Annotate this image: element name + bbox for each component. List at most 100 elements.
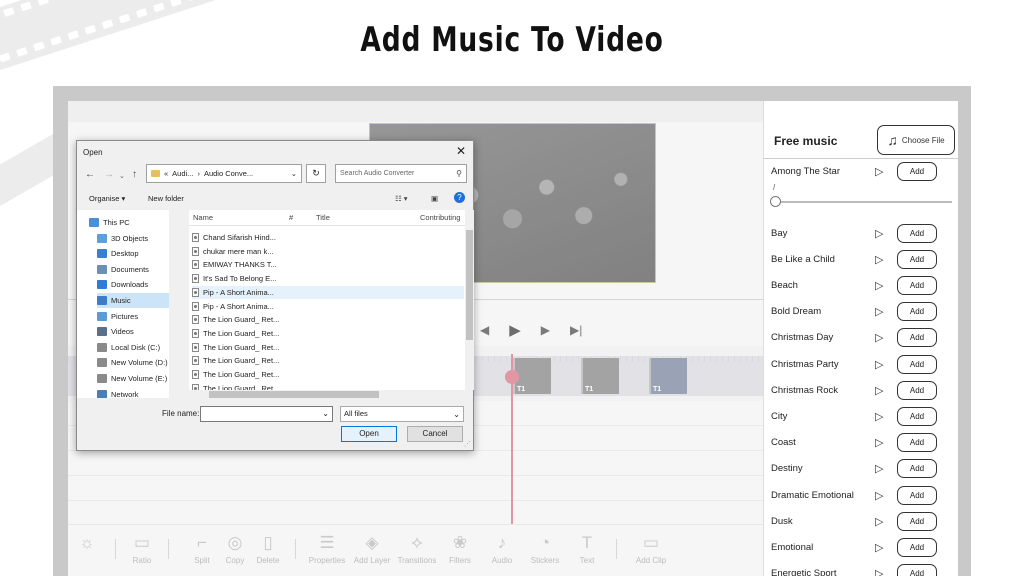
search-input[interactable]: Search Audio Converter ⚲ <box>335 164 467 183</box>
playhead-handle[interactable] <box>505 370 519 384</box>
add-track-button[interactable]: Add <box>897 328 937 348</box>
file-row[interactable]: Chand Sifarish Hind... <box>192 231 464 244</box>
add-track-button[interactable]: Add <box>897 249 937 269</box>
chevron-down-icon[interactable]: ⌄ <box>322 409 329 418</box>
toolbar-separator <box>295 539 296 559</box>
brightness-tool[interactable]: ☼ <box>68 533 114 556</box>
add-track-button[interactable]: Add <box>897 537 937 557</box>
file-row[interactable]: The Lion Guard_ Ret... <box>192 313 464 326</box>
rewind-icon[interactable]: ◀ <box>480 323 489 337</box>
add-track-button[interactable]: Add <box>897 433 937 453</box>
play-icon[interactable]: ▷ <box>875 227 895 240</box>
help-icon[interactable]: ? <box>454 192 465 203</box>
file-row[interactable]: The Lion Guard_ Ret... <box>192 382 464 390</box>
nav-item[interactable]: New Volume (E:) <box>97 371 176 386</box>
nav-scrollbar[interactable] <box>169 210 178 398</box>
play-icon[interactable]: ▷ <box>875 165 895 178</box>
add-track-button[interactable]: Add <box>897 511 937 531</box>
add-track-button[interactable]: Add <box>897 354 937 374</box>
refresh-icon[interactable]: ↻ <box>306 164 326 183</box>
add-track-button[interactable]: Add <box>897 406 937 426</box>
file-row[interactable]: chukar mere man k... <box>192 245 464 258</box>
nav-item[interactable]: Documents <box>97 262 176 277</box>
play-icon[interactable]: ▷ <box>875 462 895 475</box>
play-icon[interactable]: ▷ <box>875 436 895 449</box>
timeline-clip[interactable]: T1 <box>581 358 619 394</box>
new-folder-button[interactable]: New folder <box>148 194 184 203</box>
play-icon[interactable]: ▷ <box>875 567 895 576</box>
column-number[interactable]: # <box>289 213 293 222</box>
add-track-button[interactable]: Add <box>897 380 937 400</box>
skip-end-icon[interactable]: ▶| <box>570 323 582 337</box>
add-track-button[interactable]: Add <box>897 161 937 181</box>
play-icon[interactable]: ▷ <box>875 279 895 292</box>
scroll-thumb[interactable] <box>209 391 379 398</box>
preview-pane-icon[interactable]: ▣ <box>431 194 438 203</box>
file-row[interactable]: Pip - A Short Anima... <box>192 285 464 299</box>
column-title[interactable]: Title <box>316 213 330 222</box>
view-options-icon[interactable]: ☷ ▾ <box>395 194 408 203</box>
nav-item[interactable]: Downloads <box>97 277 176 292</box>
play-icon[interactable]: ▷ <box>875 305 895 318</box>
cancel-button[interactable]: Cancel <box>407 426 463 442</box>
nav-item[interactable]: Desktop <box>97 246 176 261</box>
nav-item[interactable]: This PC <box>89 215 176 230</box>
file-row[interactable]: EMIWAY THANKS T... <box>192 258 464 271</box>
add-track-button[interactable]: Add <box>897 564 937 576</box>
music-progress-slider[interactable] <box>770 196 952 207</box>
up-folder-icon[interactable]: ↑ <box>132 169 137 180</box>
ratio-button[interactable]: ▭ Ratio <box>115 533 169 565</box>
resize-grip-icon[interactable]: ⋰ <box>464 440 471 448</box>
choose-file-button[interactable]: ♫ Choose File <box>877 125 955 155</box>
file-row[interactable]: The Lion Guard_ Ret... <box>192 327 464 340</box>
file-list-horizontal-scrollbar[interactable] <box>189 390 465 399</box>
organise-menu[interactable]: Organise ▾ <box>89 194 125 203</box>
play-icon[interactable]: ▷ <box>875 410 895 423</box>
column-contributing[interactable]: Contributing <box>420 213 460 222</box>
nav-item[interactable]: Local Disk (C:) <box>97 340 176 355</box>
play-icon[interactable]: ▶ <box>509 321 521 339</box>
play-icon[interactable]: ▷ <box>875 358 895 371</box>
address-bar[interactable]: « Audi... › Audio Conve... ⌄ <box>146 164 302 183</box>
add-track-button[interactable]: Add <box>897 223 937 243</box>
timeline-clip[interactable]: T1 <box>649 358 687 394</box>
play-icon[interactable]: ▷ <box>875 541 895 554</box>
file-row[interactable]: The Lion Guard_ Ret... <box>192 341 464 354</box>
play-icon[interactable]: ▷ <box>875 253 895 266</box>
close-icon[interactable]: ✕ <box>456 144 466 158</box>
forward-icon[interactable]: → <box>104 169 114 180</box>
file-row[interactable]: The Lion Guard_ Ret... <box>192 368 464 381</box>
play-icon[interactable]: ▷ <box>875 515 895 528</box>
nav-item[interactable]: Videos <box>97 324 176 339</box>
column-name[interactable]: Name <box>193 213 213 222</box>
play-icon[interactable]: ▷ <box>875 489 895 502</box>
text-button[interactable]: T Text <box>560 533 614 565</box>
play-icon[interactable]: ▷ <box>875 331 895 344</box>
add-clip-button[interactable]: ▭ Add Clip <box>624 533 678 565</box>
playhead[interactable] <box>505 354 519 524</box>
nav-item[interactable]: 3D Objects <box>97 231 176 246</box>
play-icon[interactable]: ▷ <box>875 384 895 397</box>
file-row[interactable]: The Lion Guard_ Ret... <box>192 354 464 367</box>
nav-item[interactable]: Pictures <box>97 309 176 324</box>
delete-button[interactable]: ▯ Delete <box>241 533 295 565</box>
add-track-button[interactable]: Add <box>897 459 937 479</box>
add-track-button[interactable]: Add <box>897 485 937 505</box>
scroll-thumb[interactable] <box>466 230 473 340</box>
nav-item[interactable]: New Volume (D:) <box>97 355 176 370</box>
step-forward-icon[interactable]: ▶ <box>541 323 550 337</box>
add-track-button[interactable]: Add <box>897 275 937 295</box>
file-row[interactable]: It's Sad To Belong E... <box>192 272 464 285</box>
file-type-select[interactable]: All files ⌄ <box>340 406 464 422</box>
open-button[interactable]: Open <box>341 426 397 442</box>
nav-item[interactable]: Network <box>97 387 176 398</box>
slider-thumb[interactable] <box>770 196 781 207</box>
chevron-down-icon[interactable]: ⌄ <box>291 169 297 178</box>
add-track-button[interactable]: Add <box>897 302 937 322</box>
history-dropdown-icon[interactable]: ⌄ <box>119 172 125 180</box>
back-icon[interactable]: ← <box>85 169 95 180</box>
file-row[interactable]: Pip - A Short Anima... <box>192 300 464 313</box>
file-name-input[interactable]: ⌄ <box>200 406 333 422</box>
nav-item[interactable]: Music <box>97 293 176 308</box>
file-list-vertical-scrollbar[interactable] <box>465 210 474 390</box>
